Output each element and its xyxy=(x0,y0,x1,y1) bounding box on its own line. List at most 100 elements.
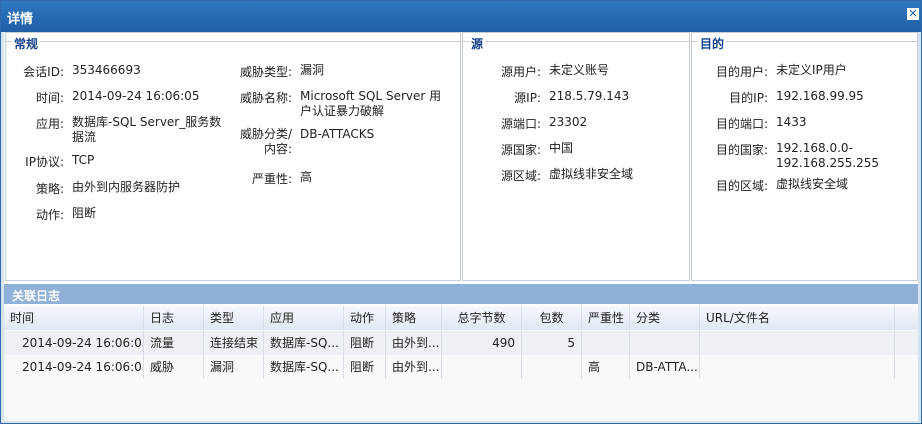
field-value: 漏洞 xyxy=(300,63,325,77)
col-url-cell xyxy=(700,331,895,355)
field-label: 源区域: xyxy=(500,169,541,183)
field-value: 23302 xyxy=(549,115,588,129)
col-severity-header[interactable]: 严重性 xyxy=(582,306,630,330)
field-row: 目的端口: 1433 xyxy=(692,115,914,132)
window-title: 详情 xyxy=(7,12,34,27)
col-url-cell xyxy=(700,355,895,379)
destination-fieldset: 目的 目的用户: 未定义IP用户 目的IP: 192.168.99.95 目的端口: 14… xyxy=(691,32,918,281)
field-value: 未定义账号 xyxy=(549,63,610,77)
col-packets-cell: 5 xyxy=(522,331,582,355)
field-label: 目的端口: xyxy=(715,117,768,131)
field-value: TCP xyxy=(72,153,95,167)
table-row[interactable]: 2014-09-24 16:06:05 威胁 漏洞 数据库-SQ... 阻断 由外到...… xyxy=(4,355,918,379)
col-bytes-cell: 490 xyxy=(442,331,522,355)
col-packets-cell xyxy=(522,355,582,379)
col-action-header[interactable]: 动作 xyxy=(344,306,386,330)
field-value: 由外到内服务器防护 xyxy=(72,180,181,194)
field-value: Microsoft SQL Server 用户认证暴力破解 xyxy=(300,89,442,118)
field-row: 策略: 由外到内服务器防护 xyxy=(6,180,222,197)
field-label: 源用户: xyxy=(500,65,541,79)
source-fieldset: 源 源用户: 未定义账号 源IP: 218.5.79.143 源端口: 23302 源国家:… xyxy=(462,32,690,281)
fieldset-border xyxy=(463,41,689,42)
detail-window: 详情 ✕ 常规 会话ID: 353466693 时间: 2014-09-24 16:0… xyxy=(0,0,922,424)
field-row: IP协议: TCP xyxy=(6,153,222,170)
field-row: 威胁类型: 漏洞 xyxy=(228,63,448,80)
col-type-cell: 漏洞 xyxy=(204,355,264,379)
col-log-cell: 流量 xyxy=(144,331,204,355)
related-logs-title: 关联日志 xyxy=(12,289,61,303)
col-action-cell: 阻断 xyxy=(344,331,386,355)
field-row: 源端口: 23302 xyxy=(463,115,679,132)
field-label: 目的IP: xyxy=(729,91,768,105)
field-label: 目的用户: xyxy=(715,65,768,79)
field-label: 威胁分类/内容: xyxy=(239,127,292,156)
col-time-header[interactable]: 时间 xyxy=(4,306,144,330)
field-value: 虚拟线非安全域 xyxy=(549,167,634,181)
col-type-cell: 连接结束 xyxy=(204,331,264,355)
field-value: 高 xyxy=(300,170,313,184)
field-label: 应用: xyxy=(35,117,64,131)
field-row: 源国家: 中国 xyxy=(463,141,679,158)
field-row: 源区域: 虚拟线非安全域 xyxy=(463,167,679,184)
col-packets-header[interactable]: 包数 xyxy=(522,306,582,330)
general-fieldset: 常规 会话ID: 353466693 时间: 2014-09-24 16:06:05 应… xyxy=(5,32,461,281)
field-label: 策略: xyxy=(35,182,64,196)
field-value: DB-ATTACKS xyxy=(300,127,375,141)
field-label: 会话ID: xyxy=(23,65,64,79)
field-value: 虚拟线安全域 xyxy=(776,177,849,191)
table-row[interactable]: 2014-09-24 16:06:05 流量 连接结束 数据库-SQ... 阻断 由外到.… xyxy=(4,331,918,355)
field-value: 192.168.0.0-192.168.255.255 xyxy=(776,141,880,170)
field-label: 严重性: xyxy=(251,172,292,186)
field-row: 威胁名称: Microsoft SQL Server 用户认证暴力破解 xyxy=(228,89,448,119)
field-value: 1433 xyxy=(776,115,807,129)
field-value: 2014-09-24 16:06:05 xyxy=(72,89,200,103)
grid-header: 时间 日志 类型 应用 动作 策略 总字节数 包数 严重性 分类 URL/文件名 xyxy=(4,306,918,331)
close-button[interactable]: ✕ xyxy=(907,8,919,20)
col-policy-cell: 由外到... xyxy=(386,355,442,379)
field-row: 应用: 数据库-SQL Server_服务数据流 xyxy=(6,115,222,145)
field-value: 192.168.99.95 xyxy=(776,89,864,103)
field-row: 严重性: 高 xyxy=(228,170,448,187)
field-row: 目的区域: 虚拟线安全域 xyxy=(692,177,914,194)
col-category-cell: DB-ATTA... xyxy=(630,355,700,379)
col-policy-header[interactable]: 策略 xyxy=(386,306,442,330)
col-category-header[interactable]: 分类 xyxy=(630,306,700,330)
field-label: 源端口: xyxy=(500,117,541,131)
fieldset-border xyxy=(6,41,460,42)
col-app-cell: 数据库-SQ... xyxy=(264,355,344,379)
field-value: 中国 xyxy=(549,141,574,155)
col-app-header[interactable]: 应用 xyxy=(264,306,344,330)
destination-legend: 目的 xyxy=(698,35,727,52)
title-bar[interactable]: 详情 ✕ xyxy=(1,1,921,32)
col-time-cell: 2014-09-24 16:06:05 xyxy=(4,331,144,355)
field-label: 源国家: xyxy=(500,143,541,157)
col-url-header[interactable]: URL/文件名 xyxy=(700,306,895,330)
col-app-cell: 数据库-SQ... xyxy=(264,331,344,355)
field-label: 源IP: xyxy=(514,91,541,105)
col-bytes-header[interactable]: 总字节数 xyxy=(442,306,522,330)
col-type-header[interactable]: 类型 xyxy=(204,306,264,330)
col-bytes-cell xyxy=(442,355,522,379)
field-value: 218.5.79.143 xyxy=(549,89,630,103)
field-row: 时间: 2014-09-24 16:06:05 xyxy=(6,89,222,106)
col-severity-cell: 高 xyxy=(582,355,630,379)
col-policy-cell: 由外到... xyxy=(386,331,442,355)
col-action-cell: 阻断 xyxy=(344,355,386,379)
field-value: 未定义IP用户 xyxy=(776,63,847,77)
general-legend: 常规 xyxy=(12,35,41,52)
col-log-header[interactable]: 日志 xyxy=(144,306,204,330)
field-label: 威胁名称: xyxy=(239,91,292,105)
source-legend: 源 xyxy=(469,35,486,52)
window-body: 常规 会话ID: 353466693 时间: 2014-09-24 16:06:05 应… xyxy=(4,32,918,421)
col-category-cell xyxy=(630,331,700,355)
col-time-cell: 2014-09-24 16:06:05 xyxy=(4,355,144,379)
field-label: IP协议: xyxy=(25,155,64,169)
field-row: 源用户: 未定义账号 xyxy=(463,63,679,80)
col-log-cell: 威胁 xyxy=(144,355,204,379)
field-label: 威胁类型: xyxy=(239,65,292,79)
field-row: 威胁分类/内容: DB-ATTACKS xyxy=(228,127,448,157)
field-value: 数据库-SQL Server_服务数据流 xyxy=(72,115,222,144)
col-severity-cell xyxy=(582,331,630,355)
related-logs-header: 关联日志 xyxy=(4,284,918,304)
field-label: 时间: xyxy=(35,91,64,105)
